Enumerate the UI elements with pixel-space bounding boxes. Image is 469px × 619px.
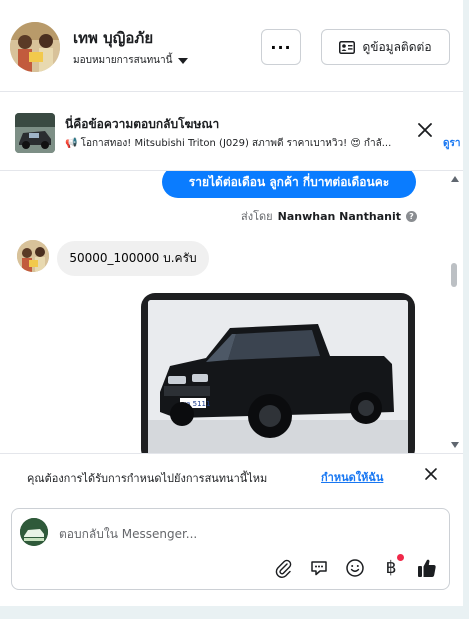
incoming-message-bubble[interactable]: 50000_100000 บ.ครับ [57, 241, 209, 276]
quick-reply-icon[interactable] [308, 557, 330, 579]
sent-by-name: Nanwhan Nanthanit [277, 209, 401, 223]
thumbs-up-icon[interactable] [416, 557, 438, 579]
view-ad-link[interactable]: ดูรา [443, 136, 460, 151]
assign-prompt-bar: คุณต้องการได้รับการกำหนดไปยังการสนทนานี้… [0, 453, 463, 497]
page-avatar [20, 518, 48, 546]
close-icon[interactable] [416, 121, 434, 139]
ad-thumbnail [15, 113, 55, 153]
reply-composer[interactable]: ตอบกลับใน Messenger... ฿ [11, 508, 450, 590]
notification-dot [397, 554, 404, 561]
ad-reply-title: นี่คือข้อความตอบกลับโฆษณา [65, 117, 220, 131]
more-options-button[interactable]: ··· [261, 29, 301, 65]
incoming-message-text: 50000_100000 บ.ครับ [69, 251, 197, 265]
dismiss-icon[interactable] [424, 467, 438, 481]
sent-by-line: ส่งโดย Nanwhan Nanthanit ? [241, 207, 417, 225]
baht-symbol: ฿ [385, 558, 397, 578]
sent-by-prefix: ส่งโดย [241, 210, 273, 223]
assign-conversation-label: มอบหมายการสนทนานี้ [73, 55, 173, 66]
ad-reply-banner[interactable]: นี่คือข้อความตอบกลับโฆษณา 📢 โอกาสทอง! Mi… [0, 93, 463, 171]
assign-to-me-link[interactable]: กำหนดให้ฉัน [321, 468, 383, 486]
outgoing-message-text: รายได้ต่อเดือน ลูกค้า กี่บาทต่อเดือนคะ [188, 174, 390, 189]
scroll-down-arrow-icon[interactable] [451, 442, 459, 448]
more-options-label: ··· [270, 37, 292, 57]
caret-down-icon [178, 57, 189, 64]
paperclip-icon[interactable] [272, 557, 294, 579]
outgoing-message-bubble[interactable]: รายได้ต่อเดือน ลูกค้า กี่บาทต่อเดือนคะ [162, 171, 416, 198]
image-attachment[interactable]: ผล 5111 [141, 293, 415, 453]
contact-card-icon [339, 40, 356, 54]
conversation-panel: เทพ บุญิอภัย มอบหมายการสนทนานี้ ··· ดูข้… [0, 0, 463, 606]
truck-photo: ผล 5111 [148, 300, 408, 453]
view-contact-button[interactable]: ดูข้อมูลติดต่อ [321, 29, 450, 65]
sender-avatar [17, 240, 49, 272]
ad-reply-snippet: 📢 โอกาสทอง! Mitsubishi Triton (J029) สภา… [65, 138, 392, 149]
contact-name: เทพ บุญิอภัย [73, 29, 154, 47]
scrollbar-thumb[interactable] [451, 263, 457, 287]
contact-avatar[interactable] [10, 22, 60, 72]
assign-conversation-dropdown[interactable]: มอบหมายการสนทนานี้ [73, 53, 189, 68]
conversation-header: เทพ บุญิอภัย มอบหมายการสนทนานี้ ··· ดูข้… [0, 0, 463, 92]
emoji-icon[interactable] [344, 557, 366, 579]
assign-prompt-text: คุณต้องการได้รับการกำหนดไปยังการสนทนานี้… [27, 472, 268, 485]
info-icon[interactable]: ? [406, 210, 417, 222]
message-thread: รายได้ต่อเดือน ลูกค้า กี่บาทต่อเดือนคะ ส… [0, 171, 463, 453]
view-contact-label: ดูข้อมูลติดต่อ [362, 39, 432, 54]
scroll-up-arrow-icon[interactable] [451, 176, 459, 182]
reply-input[interactable]: ตอบกลับใน Messenger... [59, 525, 197, 544]
